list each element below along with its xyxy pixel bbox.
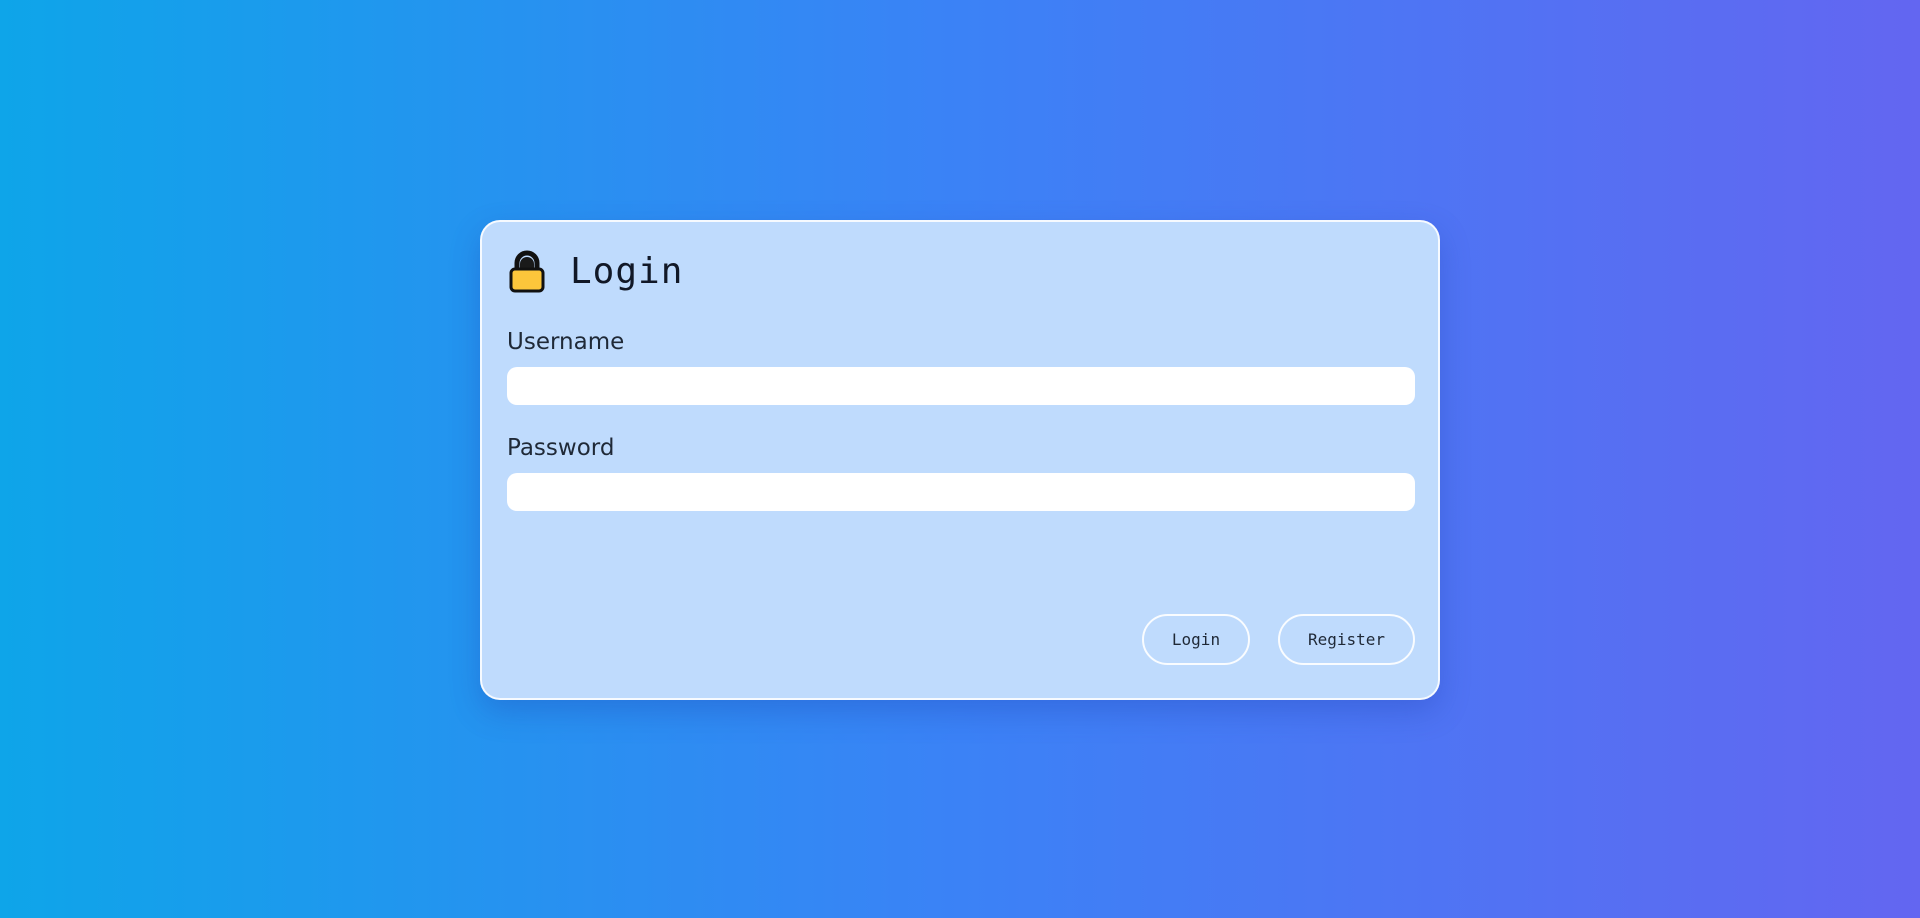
username-field[interactable] [507, 367, 1415, 405]
page-background: { "login_card": { "title": "Login", "tit… [0, 0, 1920, 918]
card-header: Login [508, 248, 683, 294]
username-label: Username [507, 329, 625, 355]
login-button[interactable]: Login [1142, 614, 1250, 665]
lock-icon [508, 249, 546, 293]
register-button[interactable]: Register [1278, 614, 1415, 665]
password-field[interactable] [507, 473, 1415, 511]
login-card: Login Username Password Login Register [480, 220, 1440, 700]
password-label: Password [507, 435, 615, 461]
page-title: Login [570, 250, 684, 292]
